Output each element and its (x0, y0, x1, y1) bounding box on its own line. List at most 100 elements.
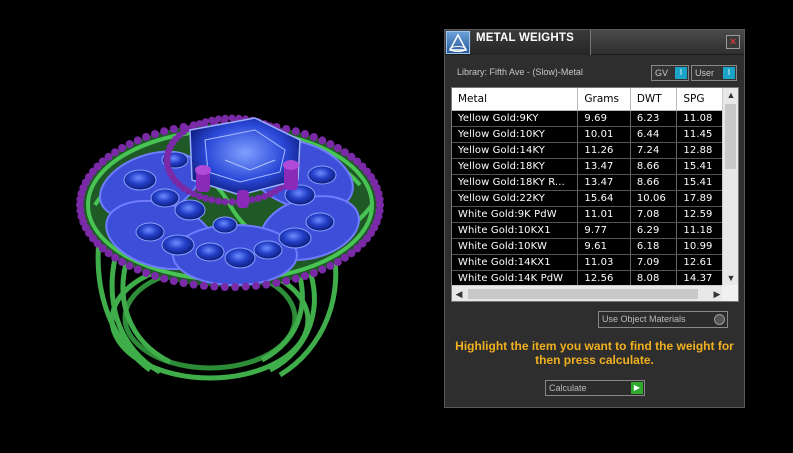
bead (340, 253, 349, 262)
radio-knob-icon (714, 314, 725, 325)
bead (160, 274, 169, 283)
vertical-scroll-thumb[interactable] (725, 104, 736, 169)
toggle-knob-icon: I (723, 67, 735, 79)
calculate-label: Calculate (549, 383, 587, 393)
bead (248, 196, 256, 204)
cell-dwt: 6.23 (630, 110, 678, 127)
bead (326, 140, 335, 149)
bead (309, 269, 318, 277)
bead (282, 277, 291, 285)
cell-dwt: 6.29 (630, 222, 678, 239)
close-icon[interactable]: × (726, 35, 740, 49)
column-header-dwt[interactable]: DWT (630, 88, 678, 111)
3d-viewport[interactable] (0, 0, 444, 453)
bead (196, 120, 203, 128)
bead (104, 152, 113, 161)
panel-titlebar[interactable]: METAL WEIGHTS × (445, 30, 744, 55)
table-row[interactable]: Yellow Gold:18KY R... 13.47 8.66 15.41 (452, 174, 724, 191)
cell-spg: 14.37 (676, 270, 724, 285)
table-row[interactable]: Yellow Gold:10KY 10.01 6.44 11.45 (452, 126, 724, 143)
bead (133, 265, 142, 274)
bead (291, 127, 300, 136)
cell-metal: Yellow Gold:9KY (452, 110, 579, 127)
table-header-row: Metal Grams DWT SPG (452, 88, 724, 111)
cell-grams: 11.26 (577, 142, 631, 159)
bead (326, 261, 335, 270)
bead (228, 198, 236, 206)
panel-title: METAL WEIGHTS (476, 32, 575, 44)
scroll-corner (722, 285, 738, 301)
bead (118, 144, 127, 152)
cell-metal: Yellow Gold:14KY (452, 142, 579, 159)
cell-spg: 11.18 (676, 222, 724, 239)
cell-dwt: 8.66 (630, 158, 678, 175)
cell-metal: White Gold:10KW (452, 238, 579, 255)
table-row[interactable]: White Gold:10KX1 9.77 6.29 11.18 (452, 222, 724, 239)
cell-dwt: 6.44 (630, 126, 678, 143)
bead (262, 280, 271, 289)
bead (309, 133, 318, 141)
cell-grams: 11.03 (577, 254, 631, 271)
horizontal-scroll-thumb[interactable] (468, 289, 698, 299)
table-row[interactable]: White Gold:10KW 9.61 6.18 10.99 (452, 238, 724, 255)
use-object-materials-toggle[interactable]: Use Object Materials (598, 311, 728, 328)
bead (252, 281, 260, 290)
bead (221, 114, 229, 122)
cell-grams: 10.01 (577, 126, 631, 143)
bead (208, 196, 216, 204)
cell-spg: 11.08 (676, 110, 724, 127)
bead (347, 249, 356, 258)
scroll-up-icon[interactable]: ▲ (723, 88, 738, 102)
bead (169, 277, 178, 285)
cell-spg: 15.41 (676, 158, 724, 175)
vertical-scrollbar[interactable]: ▲ ▼ (722, 88, 738, 285)
cell-grams: 15.64 (577, 190, 631, 207)
column-header-grams[interactable]: Grams (577, 88, 631, 111)
bead (254, 194, 262, 202)
bead (261, 192, 268, 200)
metal-table[interactable]: Metal Grams DWT SPG Yellow Gold:9KY 9.69 6… (451, 87, 739, 302)
table-row[interactable]: Yellow Gold:18KY 13.47 8.66 15.41 (452, 158, 724, 175)
bead (215, 197, 222, 205)
scroll-down-icon[interactable]: ▼ (723, 271, 738, 285)
table-row[interactable]: White Gold:14KX1 11.03 7.09 12.61 (452, 254, 724, 271)
bead (333, 144, 342, 152)
bead (221, 198, 229, 206)
scroll-left-icon[interactable]: ◀ (452, 286, 466, 301)
bead (169, 125, 178, 133)
column-header-spg[interactable]: SPG (676, 88, 724, 111)
bead (210, 282, 219, 291)
bead (200, 281, 208, 290)
bead (133, 136, 142, 145)
cell-metal: White Gold:14KX1 (452, 254, 579, 271)
table-row[interactable]: Yellow Gold:9KY 9.69 6.23 11.08 (452, 110, 724, 127)
bead (333, 258, 342, 266)
cell-metal: White Gold:9K PdW (452, 206, 579, 223)
bead (272, 279, 281, 287)
bead (179, 279, 188, 287)
cell-spg: 11.45 (676, 126, 724, 143)
table-row[interactable]: Yellow Gold:22KY 15.64 10.06 17.89 (452, 190, 724, 207)
cell-spg: 17.89 (676, 190, 724, 207)
user-toggle[interactable]: User I (691, 65, 737, 81)
bead (340, 148, 349, 157)
calculate-button[interactable]: Calculate ▶ (545, 380, 645, 396)
cell-grams: 12.56 (577, 270, 631, 285)
bead (111, 148, 120, 157)
column-header-metal[interactable]: Metal (452, 88, 579, 111)
cell-grams: 9.69 (577, 110, 631, 127)
table-row[interactable]: White Gold:9K PdW 11.01 7.08 12.59 (452, 206, 724, 223)
library-label: Library: Fifth Ave - (Slow)-Metal (457, 67, 583, 77)
cell-spg: 12.59 (676, 206, 724, 223)
bead (142, 133, 151, 141)
cell-dwt: 7.09 (630, 254, 678, 271)
cell-grams: 9.61 (577, 238, 631, 255)
gv-toggle[interactable]: GV I (651, 65, 689, 81)
metal-weights-panel: METAL WEIGHTS × Library: Fifth Ave - (Sl… (444, 29, 745, 408)
table-row[interactable]: White Gold:14K PdW 12.56 8.08 14.37 (452, 270, 724, 285)
table-row[interactable]: Yellow Gold:14KY 11.26 7.24 12.88 (452, 142, 724, 159)
bead (301, 130, 309, 138)
cell-dwt: 10.06 (630, 190, 678, 207)
horizontal-scrollbar[interactable]: ◀ ▶ (452, 285, 724, 301)
cell-dwt: 6.18 (630, 238, 678, 255)
